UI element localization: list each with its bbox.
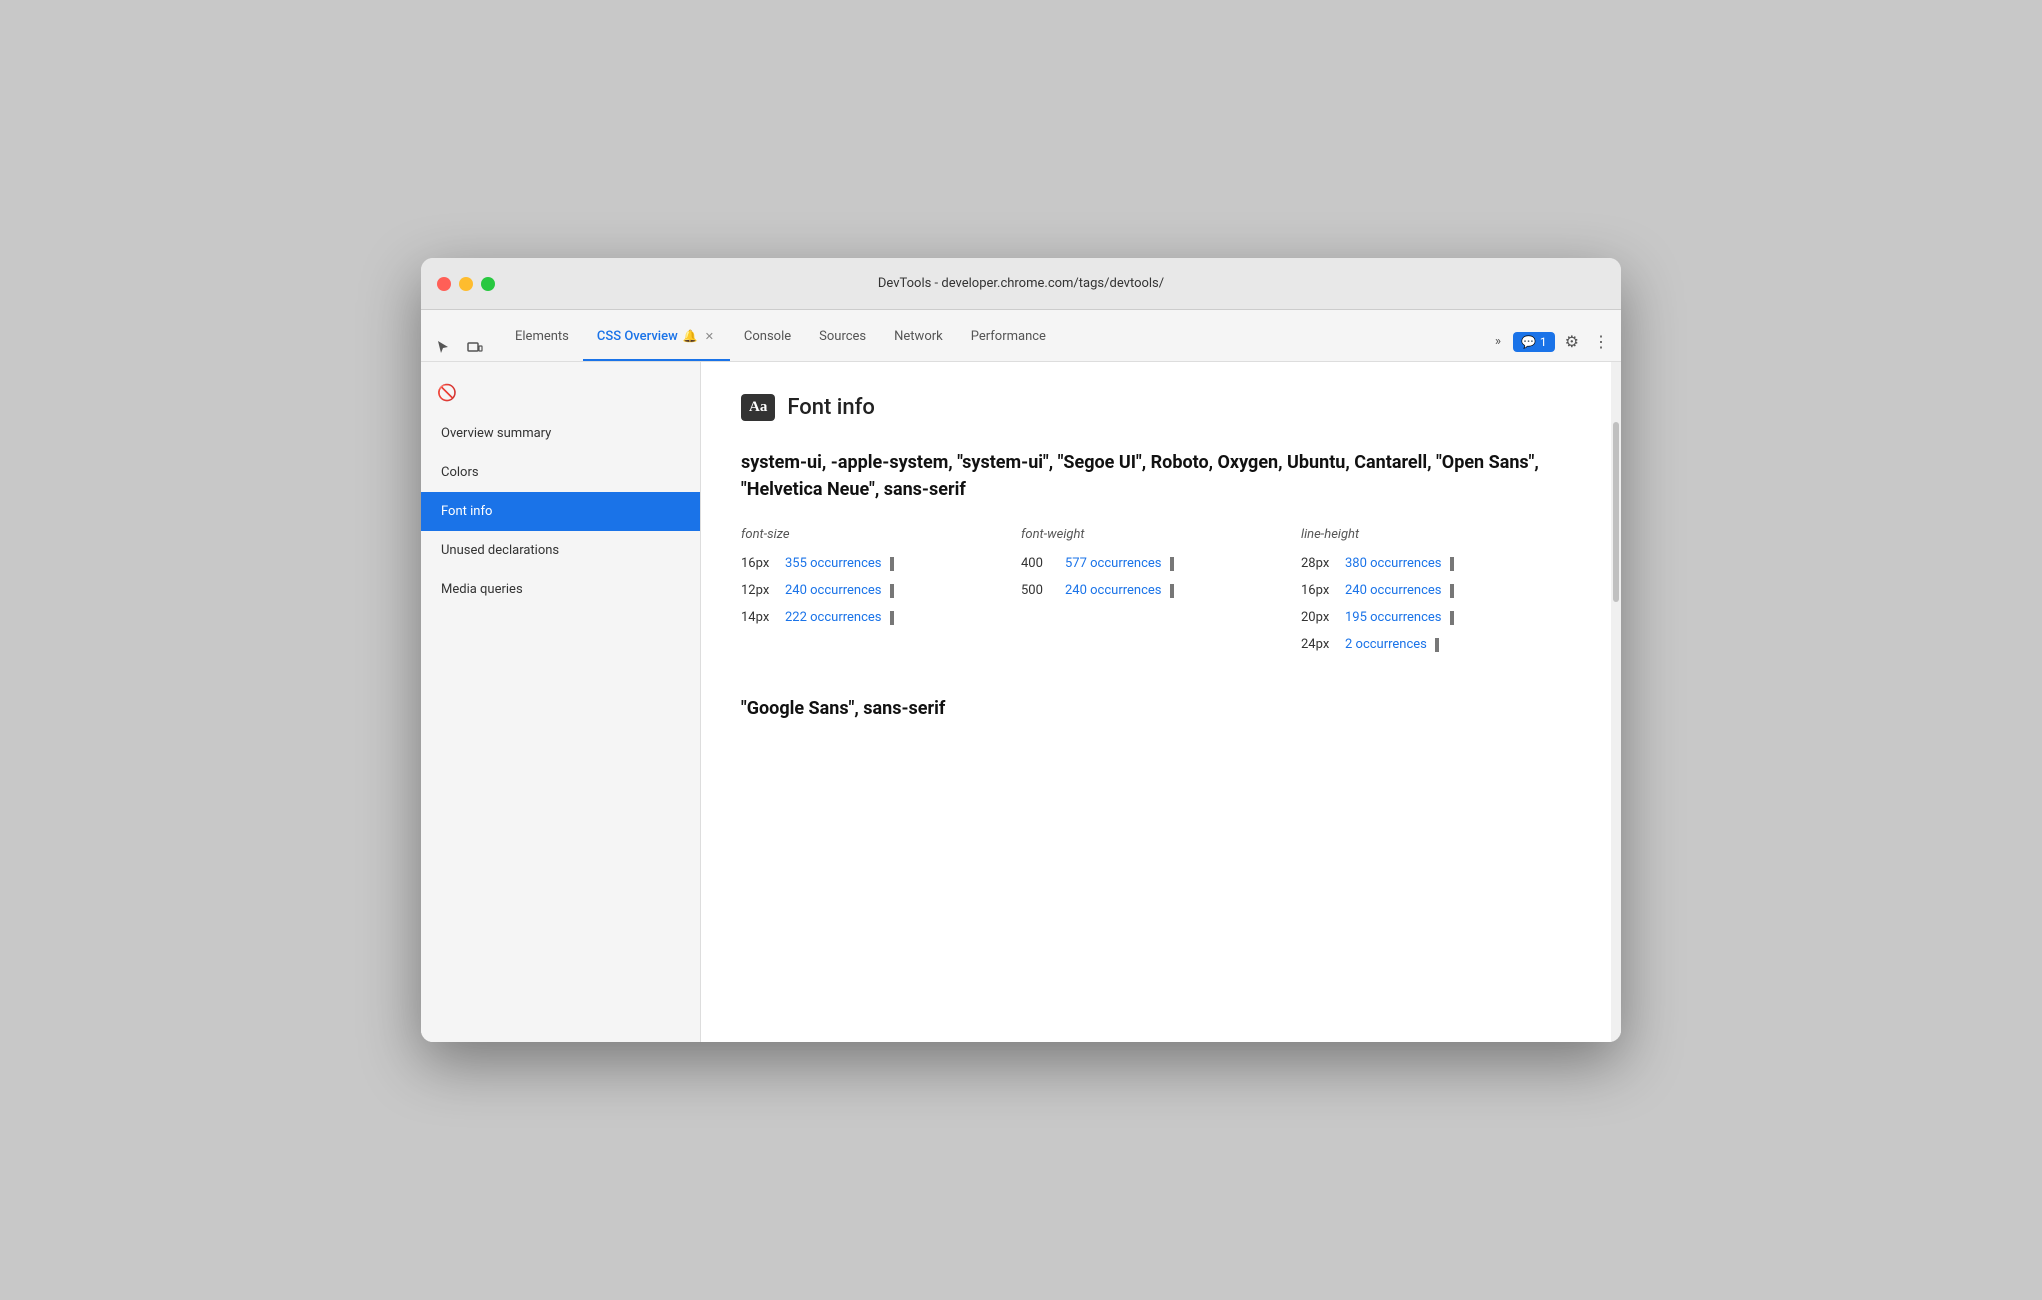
bar-indicator-lh2[interactable] [1450, 584, 1454, 598]
font-weight-value-2: 500 [1021, 583, 1057, 598]
line-height-occ-link-2[interactable]: 240 occurrences [1345, 583, 1442, 598]
bar-indicator-fw2[interactable] [1170, 584, 1174, 598]
font-family-block-2: "Google Sans", sans-serif [741, 698, 1581, 719]
tab-performance[interactable]: Performance [957, 313, 1060, 361]
settings-icon[interactable]: ⚙ [1561, 328, 1583, 355]
sidebar-item-overview-summary[interactable]: Overview summary [421, 414, 700, 453]
line-height-value-1: 28px [1301, 556, 1337, 571]
more-options-icon[interactable]: ⋮ [1589, 328, 1613, 355]
bar-indicator-fw1[interactable] [1170, 557, 1174, 571]
tab-bar: Elements CSS Overview 🔔 ✕ Console Source… [421, 310, 1621, 362]
no-entry-icon[interactable]: 🚫 [433, 378, 461, 406]
section-header: Aa Font info [741, 394, 1581, 421]
line-height-occ-link-4[interactable]: 2 occurrences [1345, 637, 1427, 652]
bar-indicator-lh3[interactable] [1450, 611, 1454, 625]
font-size-cell-3: 14px 222 occurrences [741, 610, 1021, 625]
tab-console[interactable]: Console [730, 313, 805, 361]
font-row-1: 16px 355 occurrences 400 577 occurrences… [741, 550, 1581, 577]
font-family-block-1: system-ui, -apple-system, "system-ui", "… [741, 449, 1581, 658]
device-toggle-icon[interactable] [461, 333, 489, 361]
bar-indicator-lh1[interactable] [1450, 557, 1454, 571]
devtools-window: DevTools - developer.chrome.com/tags/dev… [421, 258, 1621, 1042]
bar-indicator-fs3[interactable] [890, 611, 894, 625]
tab-sources[interactable]: Sources [805, 313, 880, 361]
line-height-cell-4: 24px 2 occurrences [1301, 637, 1581, 652]
line-height-occ-link-3[interactable]: 195 occurrences [1345, 610, 1442, 625]
more-tabs-button[interactable]: » [1489, 330, 1507, 353]
sidebar-item-colors[interactable]: Colors [421, 453, 700, 492]
close-button[interactable] [437, 277, 451, 291]
font-size-cell-2: 12px 240 occurrences [741, 583, 1021, 598]
bar-indicator-lh4[interactable] [1435, 638, 1439, 652]
main-area: 🚫 Overview summary Colors Font info Unus… [421, 362, 1621, 1042]
tabs-right-controls: » 💬 1 ⚙ ⋮ [1489, 328, 1613, 361]
sidebar-item-unused-declarations[interactable]: Unused declarations [421, 531, 700, 570]
section-title: Font info [787, 395, 875, 420]
font-table-header: font-size font-weight line-height [741, 527, 1581, 542]
font-row-4: 24px 2 occurrences [741, 631, 1581, 658]
tab-network[interactable]: Network [880, 313, 957, 361]
line-height-cell-1: 28px 380 occurrences [1301, 556, 1581, 571]
font-size-occ-link-3[interactable]: 222 occurrences [785, 610, 882, 625]
content-wrapper: Aa Font info system-ui, -apple-system, "… [701, 362, 1621, 1042]
font-size-value-3: 14px [741, 610, 777, 625]
tab-css-overview[interactable]: CSS Overview 🔔 ✕ [583, 313, 730, 361]
font-weight-occ-link-2[interactable]: 240 occurrences [1065, 583, 1162, 598]
col-header-font-weight: font-weight [1021, 527, 1301, 542]
font-size-value-1: 16px [741, 556, 777, 571]
font-size-cell-1: 16px 355 occurrences [741, 556, 1021, 571]
font-weight-cell-1: 400 577 occurrences [1021, 556, 1301, 571]
font-family-name-1: system-ui, -apple-system, "system-ui", "… [741, 449, 1581, 503]
cursor-icon[interactable] [429, 333, 457, 361]
line-height-value-2: 16px [1301, 583, 1337, 598]
scrollbar-thumb[interactable] [1613, 422, 1619, 602]
sidebar-item-media-queries[interactable]: Media queries [421, 570, 700, 609]
window-title: DevTools - developer.chrome.com/tags/dev… [878, 276, 1164, 291]
aa-icon: Aa [741, 394, 775, 421]
maximize-button[interactable] [481, 277, 495, 291]
content-area: Aa Font info system-ui, -apple-system, "… [701, 362, 1621, 751]
warning-icon: 🔔 [683, 329, 698, 343]
line-height-value-3: 20px [1301, 610, 1337, 625]
minimize-button[interactable] [459, 277, 473, 291]
font-size-occ-link-2[interactable]: 240 occurrences [785, 583, 882, 598]
sidebar-item-font-info[interactable]: Font info [421, 492, 700, 531]
line-height-cell-3: 20px 195 occurrences [1301, 610, 1581, 625]
font-row-2: 12px 240 occurrences 500 240 occurrences… [741, 577, 1581, 604]
chat-badge[interactable]: 💬 1 [1513, 332, 1555, 352]
font-weight-value-1: 400 [1021, 556, 1057, 571]
scrollbar-track[interactable] [1611, 362, 1621, 1042]
col-header-line-height: line-height [1301, 527, 1581, 542]
font-size-value-2: 12px [741, 583, 777, 598]
line-height-value-4: 24px [1301, 637, 1337, 652]
sidebar: 🚫 Overview summary Colors Font info Unus… [421, 362, 701, 1042]
col-header-font-size: font-size [741, 527, 1021, 542]
tab-elements[interactable]: Elements [501, 313, 583, 361]
font-weight-occ-link-1[interactable]: 577 occurrences [1065, 556, 1162, 571]
tabs-list: Elements CSS Overview 🔔 ✕ Console Source… [501, 313, 1489, 361]
line-height-cell-2: 16px 240 occurrences [1301, 583, 1581, 598]
font-weight-cell-2: 500 240 occurrences [1021, 583, 1301, 598]
sidebar-top: 🚫 [421, 370, 700, 414]
line-height-occ-link-1[interactable]: 380 occurrences [1345, 556, 1442, 571]
tab-bar-tools [429, 333, 489, 361]
tab-close-icon[interactable]: ✕ [703, 328, 716, 345]
bar-indicator-fs1[interactable] [890, 557, 894, 571]
font-family-name-2: "Google Sans", sans-serif [741, 698, 1581, 719]
bar-indicator-fs2[interactable] [890, 584, 894, 598]
chat-icon: 💬 [1521, 335, 1536, 349]
title-bar: DevTools - developer.chrome.com/tags/dev… [421, 258, 1621, 310]
font-row-3: 14px 222 occurrences 20px 195 occurrence… [741, 604, 1581, 631]
traffic-lights [437, 277, 495, 291]
font-size-occ-link-1[interactable]: 355 occurrences [785, 556, 882, 571]
